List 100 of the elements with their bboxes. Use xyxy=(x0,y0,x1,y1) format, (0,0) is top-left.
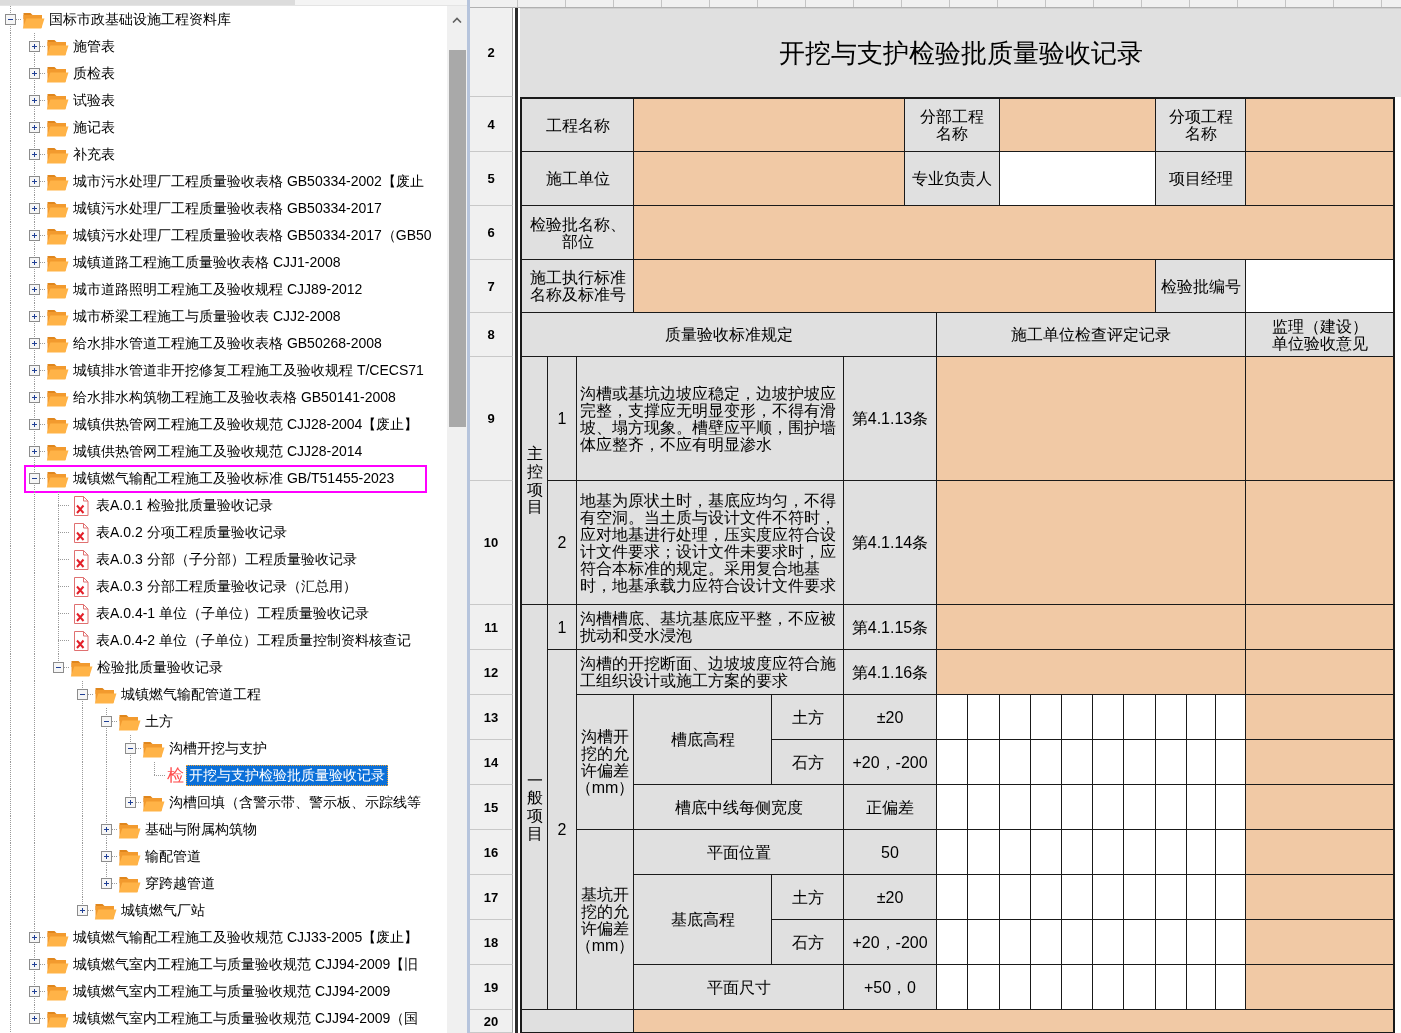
input-cell[interactable] xyxy=(937,920,968,965)
input-cell[interactable] xyxy=(634,97,905,152)
expander-toggle[interactable] xyxy=(53,662,64,673)
input-cell[interactable] xyxy=(1031,695,1062,740)
expander-toggle[interactable] xyxy=(29,959,40,970)
input-cell[interactable] xyxy=(1124,965,1156,1010)
input-cell[interactable] xyxy=(1031,875,1062,920)
input-cell[interactable] xyxy=(1093,965,1124,1010)
tree-item[interactable]: 城镇供热管网工程施工及验收规范 CJJ28-2004【废止】 xyxy=(70,414,422,435)
input-cell[interactable] xyxy=(1216,830,1246,875)
input-cell[interactable] xyxy=(1216,785,1246,830)
input-cell[interactable] xyxy=(937,785,968,830)
input-cell[interactable] xyxy=(1246,97,1395,152)
input-cell[interactable] xyxy=(1156,830,1187,875)
row-header[interactable]: 4 xyxy=(470,97,513,152)
vertical-scrollbar[interactable] xyxy=(447,6,467,1033)
row-header[interactable]: 19 xyxy=(470,965,513,1010)
horizontal-scrollbar[interactable] xyxy=(0,0,467,6)
input-cell[interactable] xyxy=(1000,965,1031,1010)
tree-item[interactable]: 城市道路照明工程施工及验收规程 CJJ89-2012 xyxy=(70,279,366,300)
row-header[interactable]: 2 xyxy=(470,8,513,97)
expander-toggle[interactable] xyxy=(29,986,40,997)
row-header[interactable]: 8 xyxy=(470,313,513,357)
row-header[interactable]: 12 xyxy=(470,650,513,695)
input-cell[interactable] xyxy=(1062,740,1093,785)
tree-item[interactable]: 城镇燃气输配工程施工及验收标准 GB/T51455-2023 xyxy=(70,468,398,489)
tree-item[interactable]: 表A.0.2 分项工程质量验收记录 xyxy=(93,522,290,543)
input-cell[interactable] xyxy=(1156,875,1187,920)
input-cell[interactable] xyxy=(1187,965,1216,1010)
input-cell[interactable] xyxy=(968,920,1000,965)
input-cell[interactable] xyxy=(1093,920,1124,965)
input-cell[interactable] xyxy=(1246,695,1395,740)
expander-toggle[interactable] xyxy=(29,284,40,295)
input-cell[interactable] xyxy=(1246,875,1395,920)
expander-toggle[interactable] xyxy=(77,905,88,916)
tree-item[interactable]: 城镇污水处理厂工程质量验收表格 GB50334-2017（GB50 xyxy=(70,225,435,246)
row-header[interactable]: 17 xyxy=(470,875,513,920)
input-cell[interactable] xyxy=(1031,830,1062,875)
row-header[interactable]: 18 xyxy=(470,920,513,965)
input-cell[interactable] xyxy=(1216,740,1246,785)
tree-item[interactable]: 城市污水处理厂工程质量验收表格 GB50334-2002【废止 xyxy=(70,171,427,192)
row-header[interactable]: 9 xyxy=(470,357,513,481)
input-cell[interactable] xyxy=(1216,875,1246,920)
input-cell[interactable] xyxy=(1246,650,1395,695)
expander-toggle[interactable] xyxy=(101,851,112,862)
input-cell[interactable] xyxy=(1000,830,1031,875)
input-cell[interactable] xyxy=(937,830,968,875)
row-header[interactable]: 16 xyxy=(470,830,513,875)
tree-item[interactable]: 表A.0.3 分部（子分部）工程质量验收记录 xyxy=(93,549,360,570)
input-cell[interactable] xyxy=(968,695,1000,740)
expander-toggle[interactable] xyxy=(5,14,16,25)
input-cell[interactable] xyxy=(1156,920,1187,965)
expander-toggle[interactable] xyxy=(29,419,40,430)
row-header[interactable]: 20 xyxy=(470,1010,513,1033)
input-cell[interactable] xyxy=(1093,875,1124,920)
tree-item[interactable]: 城镇燃气室内工程施工与质量验收规范 CJJ94-2009（国 xyxy=(70,1008,422,1029)
input-cell[interactable] xyxy=(1187,740,1216,785)
input-cell[interactable] xyxy=(1216,695,1246,740)
input-cell[interactable] xyxy=(1062,920,1093,965)
row-header[interactable]: 7 xyxy=(470,260,513,313)
row-header[interactable]: 14 xyxy=(470,740,513,785)
input-cell[interactable] xyxy=(1124,695,1156,740)
input-cell[interactable] xyxy=(1062,695,1093,740)
input-cell[interactable] xyxy=(1187,785,1216,830)
expander-toggle[interactable] xyxy=(29,122,40,133)
tree-item[interactable]: 城镇排水管道非开挖修复工程施工及验收规程 T/CECS71 xyxy=(70,360,427,381)
input-cell[interactable] xyxy=(1216,920,1246,965)
scrollbar-thumb[interactable] xyxy=(0,0,295,5)
expander-toggle[interactable] xyxy=(29,203,40,214)
input-cell[interactable] xyxy=(1246,830,1395,875)
tree-item[interactable]: 表A.0.4-2 单位（子单位）工程质量控制资料核查记 xyxy=(93,630,415,651)
tree-item[interactable]: 给水排水管道工程施工及验收表格 GB50268-2008 xyxy=(70,333,385,354)
input-cell[interactable] xyxy=(937,650,1246,695)
input-cell[interactable] xyxy=(1187,875,1216,920)
input-cell[interactable] xyxy=(634,206,1395,260)
input-cell[interactable] xyxy=(937,357,1246,481)
input-cell[interactable] xyxy=(1031,920,1062,965)
input-cell[interactable] xyxy=(968,785,1000,830)
input-cell[interactable] xyxy=(1000,97,1156,152)
input-cell[interactable] xyxy=(968,830,1000,875)
input-cell[interactable] xyxy=(1216,965,1246,1010)
tree-item[interactable]: 穿跨越管道 xyxy=(142,873,218,894)
expander-toggle[interactable] xyxy=(101,716,112,727)
scrollbar-thumb[interactable] xyxy=(448,50,466,427)
input-cell[interactable] xyxy=(1246,260,1395,313)
tree-item[interactable]: 城镇燃气室内工程施工与质量验收规范 CJJ94-2009【旧 xyxy=(70,954,422,975)
expander-toggle[interactable] xyxy=(29,932,40,943)
tree-item[interactable]: 城镇道路工程施工质量验收表格 CJJ1-2008 xyxy=(70,252,344,273)
input-cell[interactable] xyxy=(1031,785,1062,830)
input-cell[interactable] xyxy=(1124,920,1156,965)
input-cell[interactable] xyxy=(1124,830,1156,875)
input-cell[interactable] xyxy=(1246,965,1395,1010)
tree-item[interactable]: 城市桥梁工程施工与质量验收表 CJJ2-2008 xyxy=(70,306,344,327)
expander-toggle[interactable] xyxy=(101,824,112,835)
tree-item[interactable]: 国标市政基础设施工程资料库 xyxy=(46,9,234,30)
input-cell[interactable] xyxy=(1062,785,1093,830)
input-cell[interactable] xyxy=(1093,785,1124,830)
expander-toggle[interactable] xyxy=(29,446,40,457)
input-cell[interactable] xyxy=(968,875,1000,920)
expander-toggle[interactable] xyxy=(29,1013,40,1024)
